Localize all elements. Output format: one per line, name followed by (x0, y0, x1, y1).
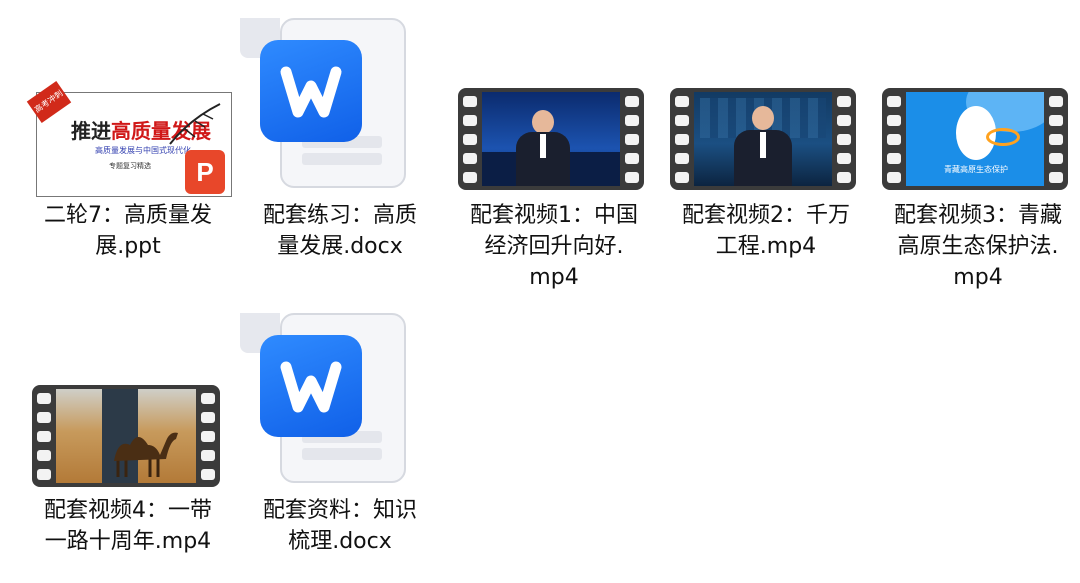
file-name: 配套视频4：一带 一路十周年.mp4 (44, 498, 212, 554)
w-letter-icon (280, 66, 342, 118)
ppt-corner-badge: 高考冲刺 (26, 81, 72, 123)
w-letter-icon (280, 361, 342, 413)
powerpoint-icon: P (185, 150, 225, 194)
video-filmstrip-thumbnail (670, 88, 856, 190)
file-name: 配套视频1：中国 经济回升向好. mp4 (470, 203, 638, 290)
ppt-subtitle-2: 专题复习精选 (109, 162, 151, 170)
file-name: 配套视频2：千万 工程.mp4 (682, 203, 850, 259)
file-name: 配套资料：知识 梳理.docx (262, 498, 417, 554)
video-filmstrip-thumbnail (32, 385, 220, 487)
news-anchor (532, 110, 554, 134)
file-name: 配套练习：高质 量发展.docx (262, 203, 417, 259)
file-name: 配套视频3：青藏 高原生态保护法. mp4 (894, 203, 1062, 290)
news-anchor (752, 106, 774, 130)
ink-branch-decoration (169, 103, 221, 145)
video-caption: 青藏高原生态保护 (944, 165, 1008, 174)
file-name: 二轮7：高质量发 展.ppt (44, 203, 212, 259)
video-filmstrip-thumbnail (458, 88, 644, 190)
camel-silhouette (114, 432, 178, 477)
video-filmstrip-thumbnail: 青藏高原生态保护 (882, 88, 1068, 190)
